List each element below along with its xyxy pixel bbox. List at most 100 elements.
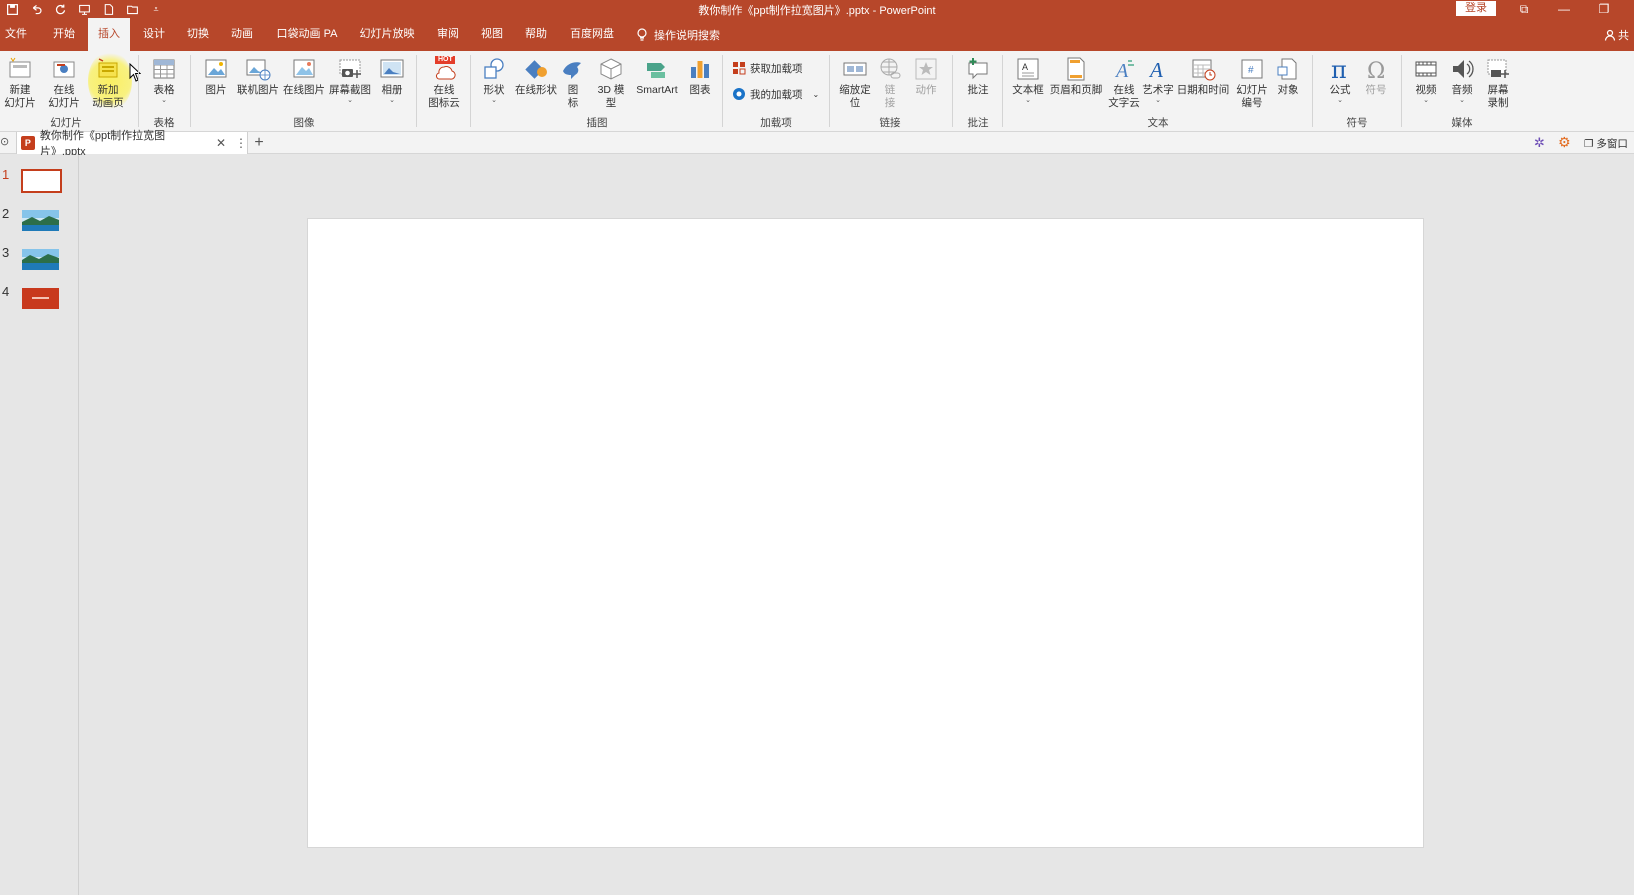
open-folder-icon[interactable] [124,1,140,17]
slide-thumbnail-4[interactable] [22,288,59,309]
online-slide-button[interactable]: 在线 幻灯片 [44,54,84,112]
screenshot-button[interactable]: 屏幕截图 ⌄ [328,54,372,112]
3d-models-button[interactable]: 3D 模 型 [592,54,630,112]
audio-button[interactable]: 音频 ⌄ [1442,54,1482,112]
document-tab-bar: ⊙ P 教你制作《ppt制作拉宽图片》.pptx ✕ ⋮ + ✲ ⚙ ❐ 多窗口 [0,130,1634,158]
textbox-icon: A [1013,54,1043,84]
icons-button[interactable]: 图 标 [558,54,588,112]
customize-qat-icon[interactable]: ⩡ [148,1,164,17]
comment-button[interactable]: 批注 [958,54,998,112]
picture-button[interactable]: 图片 [196,54,236,112]
screen-recording-button[interactable]: 屏幕 录制 [1478,54,1518,112]
get-addins-button[interactable]: 获取加载项 [732,59,803,77]
group-separator [1312,55,1313,127]
symbol-button[interactable]: Ω 符号 [1356,54,1396,112]
tab-transitions[interactable]: 切换 [178,18,218,51]
calendar-icon [1188,54,1218,84]
present-icon[interactable] [76,1,92,17]
shapes-icon [479,54,509,84]
tab-view[interactable]: 视图 [472,18,512,51]
tab-home[interactable]: 开始 [44,18,84,51]
online-images-button[interactable]: 在线图片 [282,54,326,112]
redo-icon[interactable] [52,1,68,17]
chart-button[interactable]: 图表 [680,54,720,112]
icon-cloud-icon: HOT [429,54,459,84]
ribbon-display-options-button[interactable]: ⧉ [1504,0,1544,18]
online-pictures-button[interactable]: 联机图片 [236,54,280,112]
video-button[interactable]: 视频 ⌄ [1406,54,1446,112]
restore-button[interactable]: ❐ [1584,0,1624,18]
tab-animations[interactable]: 动画 [222,18,262,51]
screen-recording-icon [1483,54,1513,84]
slide-number-button[interactable]: # 幻灯片 编号 [1232,54,1272,112]
tab-design[interactable]: 设计 [134,18,174,51]
tab-more-icon[interactable]: ⋮ [235,136,247,150]
slide-canvas[interactable] [307,218,1424,848]
object-label: 对象 [1277,84,1299,96]
close-tab-icon[interactable]: ✕ [216,136,226,150]
quick-access-toolbar: ⩡ [4,0,164,18]
smartart-button[interactable]: SmartArt [632,54,682,112]
online-images-icon [289,54,319,84]
group-separator [190,55,191,127]
shapes-button[interactable]: 形状 ⌄ [474,54,514,112]
slide-number-3: 3 [2,245,10,260]
zoom-button[interactable]: 缩放定 位 [835,54,875,112]
action-label: 动作 [915,84,937,96]
bird-icon [558,54,588,84]
group-separator [470,55,471,127]
settings-gear-icon[interactable]: ⚙ [1558,134,1571,151]
online-wordcloud-label: 在线 文字云 [1108,84,1140,109]
online-icon-cloud-button[interactable]: HOT 在线 图标云 [422,54,466,112]
tab-list-icon[interactable]: ⊙ [0,135,9,148]
tab-baidu-netdisk[interactable]: 百度网盘 [566,18,618,51]
object-button[interactable]: 对象 [1270,54,1306,112]
table-dropdown-icon: ⌄ [161,97,167,104]
tab-pocket-animation[interactable]: 口袋动画 PA [272,18,342,51]
table-button[interactable]: 表格 ⌄ [144,54,184,112]
sparkle-icon[interactable]: ✲ [1534,135,1545,151]
save-icon[interactable] [4,1,20,17]
login-button[interactable]: 登录 [1456,1,1496,16]
comment-label: 批注 [967,84,989,96]
photo-album-button[interactable]: 相册 ⌄ [372,54,412,112]
undo-icon[interactable] [28,1,44,17]
equation-button[interactable]: π 公式 ⌄ [1320,54,1360,112]
new-animation-page-button[interactable]: 新加 动画页 [88,54,128,112]
minimize-button[interactable]: — [1544,0,1584,18]
share-button[interactable]: 共 [1604,18,1629,51]
link-button[interactable]: 链 接 [872,54,908,112]
slide-thumbnail-3[interactable] [22,249,59,270]
action-button[interactable]: 动作 [908,54,944,112]
tab-review[interactable]: 审阅 [428,18,468,51]
shapes-label: 形状 [483,84,505,96]
audio-label: 音频 [1451,84,1473,96]
slide-thumbnail-2[interactable] [22,210,59,231]
wordart-label: 艺术字 [1142,84,1174,96]
tab-file[interactable]: 文件 [0,18,32,51]
multi-window-button[interactable]: ❐ 多窗口 [1584,136,1628,151]
my-addins-button[interactable]: 我的加载项 ⌄ [732,85,819,103]
document-tab[interactable]: P 教你制作《ppt制作拉宽图片》.pptx ✕ ⋮ [16,130,248,158]
group-symbols-label: 符号 [1346,117,1368,129]
slide-thumbnail-1[interactable] [21,169,62,193]
screen-recording-label: 屏幕 录制 [1487,84,1509,109]
wordart-button[interactable]: A 艺术字 ⌄ [1138,54,1178,112]
date-time-button[interactable]: 日期和时间 [1176,54,1230,112]
tab-help[interactable]: 帮助 [516,18,556,51]
new-slide-button[interactable]: 新建 幻灯片 [0,54,40,112]
album-dropdown-icon: ⌄ [389,97,395,104]
picture-label: 图片 [205,84,227,96]
tab-slideshow[interactable]: 幻灯片放映 [356,18,418,51]
icon-cloud-label: 在线 图标云 [428,84,460,109]
multi-window-icon: ❐ [1584,137,1594,150]
new-tab-button[interactable]: + [250,133,268,153]
header-footer-button[interactable]: 页眉和页脚 [1048,54,1104,112]
store-icon [733,62,746,75]
tab-insert[interactable]: 插入 [88,18,130,51]
tell-me-search[interactable]: 操作说明搜索 [636,18,720,51]
textbox-button[interactable]: A 文本框 ⌄ [1008,54,1048,112]
screenshot-dropdown-icon: ⌄ [347,97,353,104]
online-shapes-button[interactable]: 在线形状 [514,54,558,112]
new-file-icon[interactable] [100,1,116,17]
